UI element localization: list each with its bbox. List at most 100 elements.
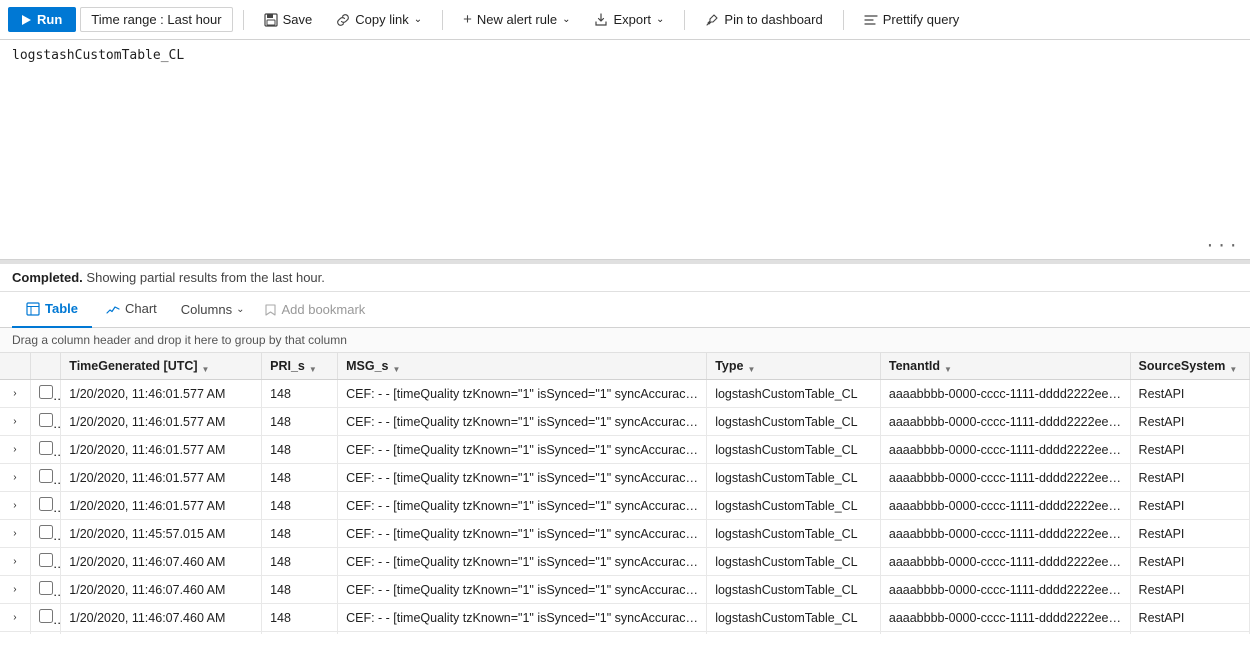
row-pri: 148: [262, 576, 338, 604]
table-row[interactable]: ›1/20/2020, 11:46:07.460 AM148CEF: - - […: [0, 548, 1250, 576]
col-pri-s[interactable]: PRI_s: [262, 353, 338, 380]
filter-pri-icon[interactable]: [309, 361, 319, 371]
chart-icon: [106, 302, 120, 316]
status-bar: Completed. Showing partial results from …: [0, 264, 1250, 292]
row-checkbox[interactable]: [39, 525, 53, 539]
time-range-button[interactable]: Time range : Last hour: [80, 7, 232, 32]
row-tenant: aaaabbbb-0000-cccc-1111-dddd2222eeee: [880, 604, 1130, 632]
row-expand-btn[interactable]: ›: [0, 632, 30, 635]
new-alert-chevron: ⌄: [562, 14, 570, 25]
drag-hint: Drag a column header and drop it here to…: [0, 328, 1250, 353]
save-icon: [264, 13, 278, 27]
table-row[interactable]: ›1/20/2020, 11:46:07.460 AM148CEF: - - […: [0, 604, 1250, 632]
filter-tenant-icon[interactable]: [944, 361, 954, 371]
row-checkbox[interactable]: [39, 497, 53, 511]
table-row[interactable]: ›1/20/2020, 11:46:07.460 AM148CEF: - - […: [0, 632, 1250, 635]
table-row[interactable]: ›1/20/2020, 11:46:01.577 AM148CEF: - - […: [0, 492, 1250, 520]
row-msg: CEF: - - [timeQuality tzKnown="1" isSync…: [338, 492, 707, 520]
filter-source-icon[interactable]: [1229, 361, 1239, 371]
row-msg: CEF: - - [timeQuality tzKnown="1" isSync…: [338, 548, 707, 576]
new-alert-rule-button[interactable]: + New alert rule ⌄: [453, 7, 580, 32]
prettify-query-label: Prettify query: [883, 12, 960, 27]
save-button[interactable]: Save: [254, 8, 323, 31]
filter-msg-icon[interactable]: [392, 361, 402, 371]
row-expand-btn[interactable]: ›: [0, 464, 30, 492]
row-source: RestAPI: [1130, 436, 1249, 464]
pin-icon: [705, 13, 719, 27]
columns-label: Columns: [181, 302, 232, 317]
row-msg: CEF: - - [timeQuality tzKnown="1" isSync…: [338, 464, 707, 492]
table-row[interactable]: ›1/20/2020, 11:46:01.577 AM148CEF: - - […: [0, 380, 1250, 408]
row-checkbox-cell[interactable]: [30, 576, 60, 604]
row-checkbox[interactable]: [39, 441, 53, 455]
col-source-system[interactable]: SourceSystem: [1130, 353, 1249, 380]
row-pri: 148: [262, 492, 338, 520]
row-checkbox-cell[interactable]: [30, 604, 60, 632]
row-tenant: aaaabbbb-0000-cccc-1111-dddd2222eeee: [880, 408, 1130, 436]
table-row[interactable]: ›1/20/2020, 11:46:01.577 AM148CEF: - - […: [0, 408, 1250, 436]
time-range-label: Time range : Last hour: [91, 12, 221, 27]
row-expand-btn[interactable]: ›: [0, 408, 30, 436]
tab-table-label: Table: [45, 301, 78, 316]
row-expand-btn[interactable]: ›: [0, 604, 30, 632]
table-row[interactable]: ›1/20/2020, 11:45:57.015 AM148CEF: - - […: [0, 520, 1250, 548]
row-checkbox[interactable]: [39, 581, 53, 595]
divider-4: [843, 10, 844, 30]
row-source: RestAPI: [1130, 520, 1249, 548]
row-checkbox-cell[interactable]: [30, 436, 60, 464]
run-button[interactable]: Run: [8, 7, 76, 32]
row-checkbox-cell[interactable]: [30, 632, 60, 635]
row-time: 1/20/2020, 11:46:01.577 AM: [61, 464, 262, 492]
prettify-query-button[interactable]: Prettify query: [854, 8, 970, 31]
row-source: RestAPI: [1130, 408, 1249, 436]
row-tenant: aaaabbbb-0000-cccc-1111-dddd2222eeee: [880, 380, 1130, 408]
row-time: 1/20/2020, 11:46:07.460 AM: [61, 604, 262, 632]
drag-hint-text: Drag a column header and drop it here to…: [12, 333, 347, 347]
pin-to-dashboard-button[interactable]: Pin to dashboard: [695, 8, 832, 31]
row-checkbox-cell[interactable]: [30, 492, 60, 520]
query-editor[interactable]: logstashCustomTable_CL ···: [0, 40, 1250, 260]
row-tenant: aaaabbbb-0000-cccc-1111-dddd2222eeee: [880, 548, 1130, 576]
tab-table[interactable]: Table: [12, 292, 92, 328]
row-checkbox[interactable]: [39, 469, 53, 483]
row-checkbox[interactable]: [39, 553, 53, 567]
row-checkbox-cell[interactable]: [30, 548, 60, 576]
table-row[interactable]: ›1/20/2020, 11:46:01.577 AM148CEF: - - […: [0, 436, 1250, 464]
row-checkbox[interactable]: [39, 609, 53, 623]
col-type[interactable]: Type: [707, 353, 881, 380]
col-tenant-id[interactable]: TenantId: [880, 353, 1130, 380]
row-checkbox-cell[interactable]: [30, 464, 60, 492]
row-time: 1/20/2020, 11:46:01.577 AM: [61, 380, 262, 408]
row-checkbox-cell[interactable]: [30, 520, 60, 548]
table-row[interactable]: ›1/20/2020, 11:46:01.577 AM148CEF: - - […: [0, 464, 1250, 492]
row-expand-btn[interactable]: ›: [0, 380, 30, 408]
add-bookmark-button[interactable]: Add bookmark: [254, 302, 375, 317]
row-checkbox[interactable]: [39, 385, 53, 399]
table-header: TimeGenerated [UTC] PRI_s MSG_s: [0, 353, 1250, 380]
col-msg-s[interactable]: MSG_s: [338, 353, 707, 380]
col-time-generated[interactable]: TimeGenerated [UTC]: [61, 353, 262, 380]
row-checkbox-cell[interactable]: [30, 380, 60, 408]
row-expand-btn[interactable]: ›: [0, 436, 30, 464]
row-type: logstashCustomTable_CL: [707, 604, 881, 632]
row-type: logstashCustomTable_CL: [707, 380, 881, 408]
row-expand-btn[interactable]: ›: [0, 492, 30, 520]
row-checkbox-cell[interactable]: [30, 408, 60, 436]
row-checkbox[interactable]: [39, 413, 53, 427]
export-button[interactable]: Export ⌄: [584, 8, 674, 31]
copy-link-label: Copy link: [355, 12, 408, 27]
row-expand-btn[interactable]: ›: [0, 548, 30, 576]
row-expand-btn[interactable]: ›: [0, 520, 30, 548]
copy-link-button[interactable]: Copy link ⌄: [326, 8, 432, 31]
filter-type-icon[interactable]: [747, 361, 757, 371]
row-type: logstashCustomTable_CL: [707, 408, 881, 436]
filter-time-icon[interactable]: [202, 361, 212, 371]
results-table-container[interactable]: TimeGenerated [UTC] PRI_s MSG_s: [0, 353, 1250, 634]
results-table: TimeGenerated [UTC] PRI_s MSG_s: [0, 353, 1250, 634]
table-row[interactable]: ›1/20/2020, 11:46:07.460 AM148CEF: - - […: [0, 576, 1250, 604]
row-expand-btn[interactable]: ›: [0, 576, 30, 604]
row-source: RestAPI: [1130, 492, 1249, 520]
tab-chart[interactable]: Chart: [92, 292, 171, 328]
columns-button[interactable]: Columns ⌄: [171, 302, 255, 317]
prettify-icon: [864, 13, 878, 27]
